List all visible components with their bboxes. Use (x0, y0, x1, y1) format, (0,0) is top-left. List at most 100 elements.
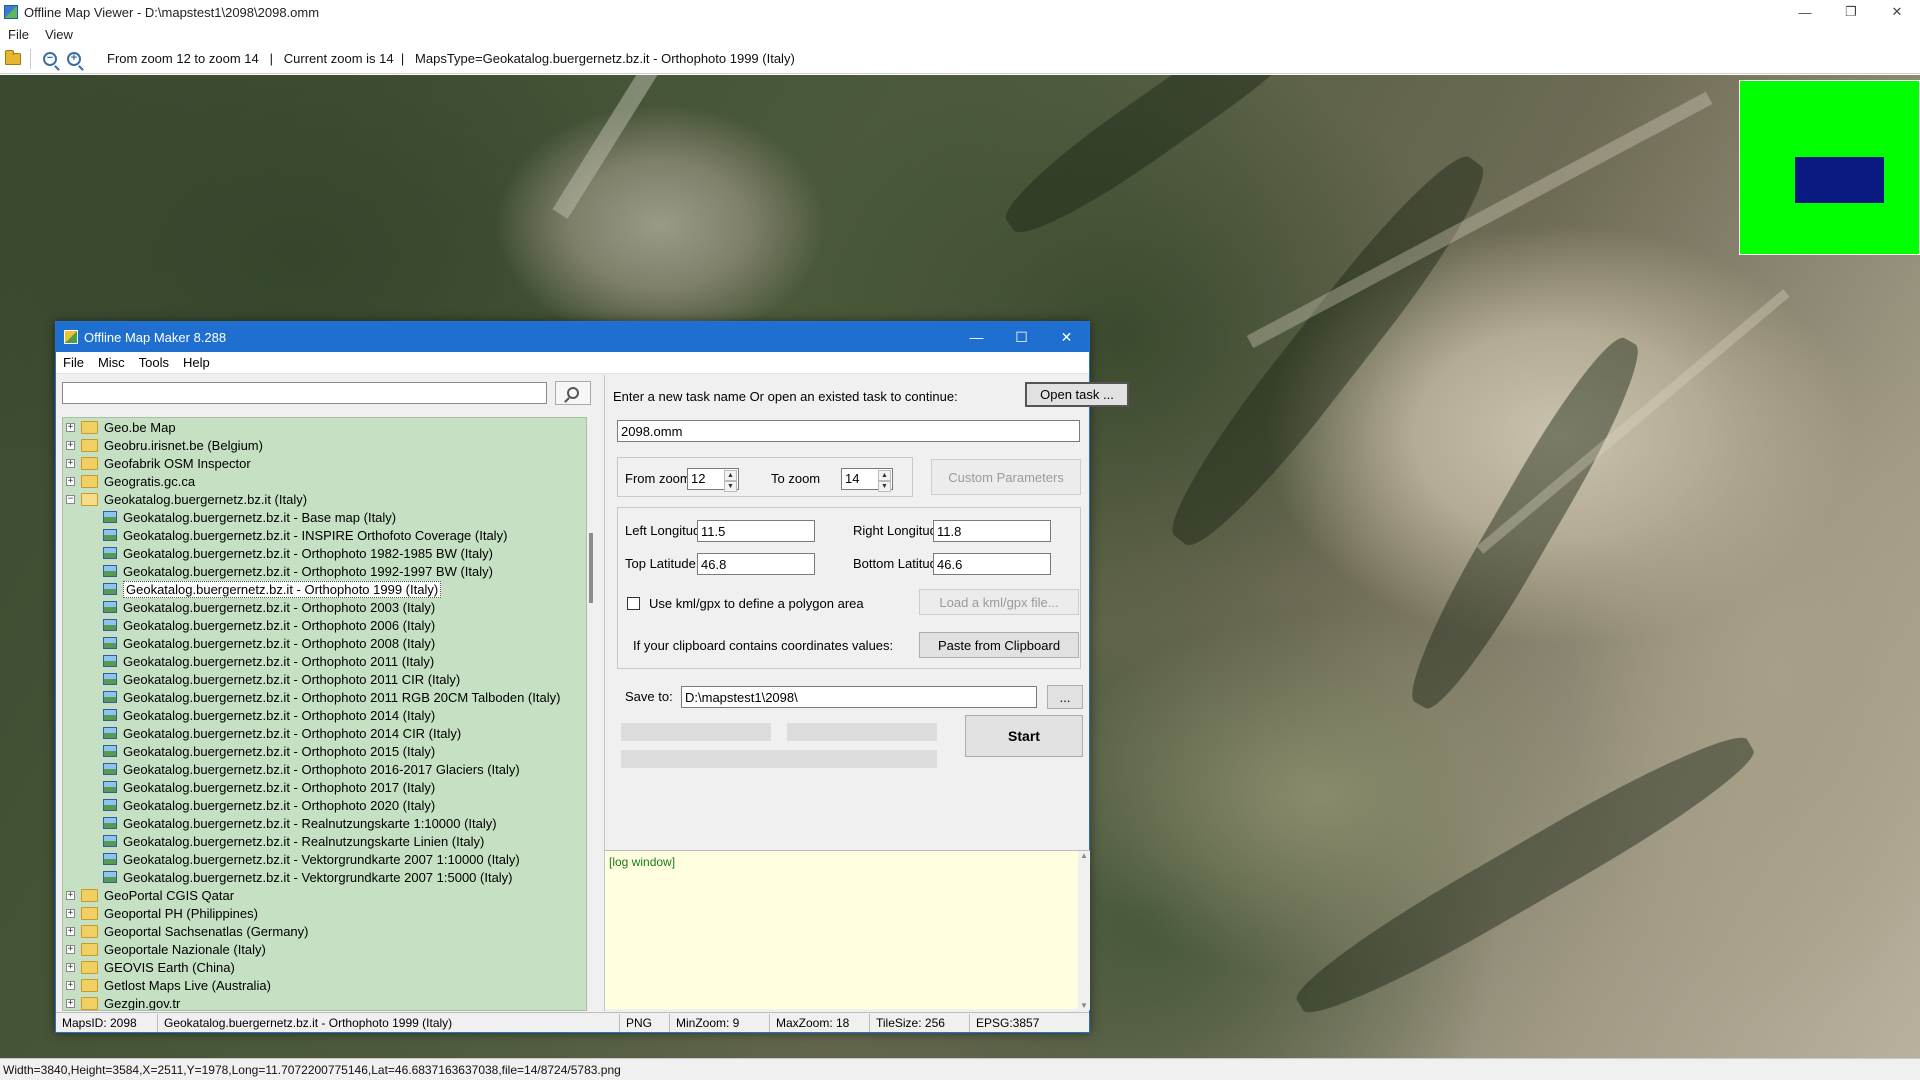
right-longitude-input[interactable] (933, 520, 1051, 542)
expand-icon[interactable]: + (66, 908, 75, 918)
open-file-button[interactable] (2, 48, 24, 70)
log-scroll-up-icon[interactable]: ▲ (1078, 851, 1090, 860)
tree-folder[interactable]: + Getlost Maps Live (Australia) (63, 976, 586, 994)
close-button[interactable]: ✕ (1874, 0, 1920, 24)
tree-map-item[interactable]: Geokatalog.buergernetz.bz.it - Base map … (63, 508, 586, 526)
tree-map-item[interactable]: Geokatalog.buergernetz.bz.it - Orthophot… (63, 688, 586, 706)
from-zoom-down-icon[interactable]: ▼ (724, 481, 737, 492)
dialog-titlebar[interactable]: Offline Map Maker 8.288 — ☐ ✕ (56, 322, 1089, 352)
dialog-menu-file[interactable]: File (56, 355, 91, 370)
open-task-button[interactable]: Open task ... (1025, 382, 1129, 407)
custom-parameters-button[interactable]: Custom Parameters (931, 459, 1081, 495)
kml-polygon-checkbox[interactable] (627, 597, 640, 610)
map-layer-icon (103, 763, 117, 775)
tree-map-item[interactable]: Geokatalog.buergernetz.bz.it - Orthophot… (63, 778, 586, 796)
map-search-input[interactable] (62, 382, 547, 404)
to-zoom-spinner[interactable]: 14 ▲ ▼ (841, 468, 893, 492)
tree-folder[interactable]: + Gezgin.gov.tr (63, 994, 586, 1010)
bottom-latitude-input[interactable] (933, 553, 1051, 575)
tree-map-item[interactable]: Geokatalog.buergernetz.bz.it - INSPIRE O… (63, 526, 586, 544)
minimize-button[interactable]: — (1782, 0, 1828, 24)
tree-map-item[interactable]: Geokatalog.buergernetz.bz.it - Orthophot… (63, 652, 586, 670)
expand-icon[interactable]: + (66, 962, 75, 972)
save-path-input[interactable] (681, 686, 1037, 708)
minimap-viewport[interactable] (1795, 157, 1884, 203)
tree-map-item-label: Geokatalog.buergernetz.bz.it - Orthophot… (123, 580, 442, 598)
expand-icon[interactable]: + (66, 998, 75, 1008)
maximize-button[interactable]: ❐ (1828, 0, 1874, 24)
tree-scrollbar[interactable] (587, 417, 597, 1011)
expand-icon[interactable]: + (66, 440, 75, 450)
tree-folder[interactable]: + Geogratis.gc.ca (63, 472, 586, 490)
collapse-icon[interactable]: − (66, 494, 75, 504)
tree-map-item[interactable]: Geokatalog.buergernetz.bz.it - Orthophot… (63, 634, 586, 652)
expand-icon[interactable]: + (66, 944, 75, 954)
tree-map-item[interactable]: Geokatalog.buergernetz.bz.it - Realnutzu… (63, 832, 586, 850)
top-latitude-input[interactable] (697, 553, 815, 575)
tree-map-item[interactable]: Geokatalog.buergernetz.bz.it - Orthophot… (63, 724, 586, 742)
zoom-in-button[interactable]: + (63, 48, 85, 70)
to-zoom-down-icon[interactable]: ▼ (878, 481, 891, 492)
tree-map-item[interactable]: Geokatalog.buergernetz.bz.it - Orthophot… (63, 544, 586, 562)
expand-icon[interactable]: + (66, 926, 75, 936)
log-scroll-down-icon[interactable]: ▼ (1078, 1001, 1090, 1010)
tree-folder[interactable]: + Geoportal Sachsenatlas (Germany) (63, 922, 586, 940)
tree-folder[interactable]: + Geo.be Map (63, 418, 586, 436)
zoom-out-button[interactable]: − (39, 48, 61, 70)
expand-icon[interactable]: + (66, 422, 75, 432)
dialog-menu-tools[interactable]: Tools (132, 355, 176, 370)
tree-folder[interactable]: + GEOVIS Earth (China) (63, 958, 586, 976)
paste-clipboard-button[interactable]: Paste from Clipboard (919, 632, 1079, 658)
search-button[interactable] (555, 381, 591, 405)
map-layer-icon (103, 727, 117, 739)
tree-map-item[interactable]: Geokatalog.buergernetz.bz.it - Orthophot… (63, 580, 586, 598)
tree-map-item[interactable]: Geokatalog.buergernetz.bz.it - Orthophot… (63, 706, 586, 724)
tree-map-item[interactable]: Geokatalog.buergernetz.bz.it - Orthophot… (63, 760, 586, 778)
dialog-minimize-button[interactable]: — (954, 322, 999, 352)
load-kml-button[interactable]: Load a kml/gpx file... (919, 589, 1079, 615)
expand-icon[interactable]: + (66, 890, 75, 900)
task-name-input[interactable] (617, 420, 1080, 442)
tree-folder[interactable]: + Geobru.irisnet.be (Belgium) (63, 436, 586, 454)
left-longitude-input[interactable] (697, 520, 815, 542)
tree-folder[interactable]: + Geoportale Nazionale (Italy) (63, 940, 586, 958)
from-zoom-arrows: ▲ ▼ (724, 470, 737, 492)
tree-folder-label: Geofabrik OSM Inspector (104, 455, 251, 471)
tree-folder-label: Geokatalog.buergernetz.bz.it (Italy) (104, 491, 308, 507)
tree-map-item[interactable]: Geokatalog.buergernetz.bz.it - Orthophot… (63, 598, 586, 616)
to-zoom-up-icon[interactable]: ▲ (878, 470, 891, 481)
from-zoom-up-icon[interactable]: ▲ (724, 470, 737, 481)
tree-folder[interactable]: + Geofabrik OSM Inspector (63, 454, 586, 472)
minimap[interactable] (1739, 80, 1920, 255)
map-source-tree[interactable]: + Geo.be Map + Geobru.irisnet.be (Belgium) +… (62, 417, 587, 1011)
tree-folder[interactable]: + Geoportal PH (Philippines) (63, 904, 586, 922)
tree-map-item[interactable]: Geokatalog.buergernetz.bz.it - Orthophot… (63, 562, 586, 580)
dialog-menu-help[interactable]: Help (176, 355, 217, 370)
menu-file[interactable]: File (0, 27, 37, 42)
dialog-statusbar: MapsID: 2098 Geokatalog.buergernetz.bz.i… (56, 1012, 1089, 1032)
expand-icon[interactable]: + (66, 980, 75, 990)
dialog-menu-misc[interactable]: Misc (91, 355, 132, 370)
menu-view[interactable]: View (37, 27, 81, 42)
tree-scroll-thumb[interactable] (589, 533, 593, 603)
tree-map-item[interactable]: Geokatalog.buergernetz.bz.it - Vektorgru… (63, 868, 586, 886)
tree-map-item[interactable]: Geokatalog.buergernetz.bz.it - Orthophot… (63, 616, 586, 634)
tree-map-item[interactable]: Geokatalog.buergernetz.bz.it - Orthophot… (63, 742, 586, 760)
tree-map-item-label: Geokatalog.buergernetz.bz.it - Realnutzu… (123, 815, 497, 831)
dialog-close-button[interactable]: ✕ (1044, 322, 1089, 352)
start-button[interactable]: Start (965, 715, 1083, 757)
tree-map-item[interactable]: Geokatalog.buergernetz.bz.it - Orthophot… (63, 670, 586, 688)
tree-map-item[interactable]: Geokatalog.buergernetz.bz.it - Orthophot… (63, 796, 586, 814)
dialog-maximize-button[interactable]: ☐ (999, 322, 1044, 352)
expand-icon[interactable]: + (66, 476, 75, 486)
log-scrollbar[interactable]: ▲ ▼ (1078, 851, 1090, 1010)
folder-icon (81, 978, 98, 992)
tree-folder[interactable]: − Geokatalog.buergernetz.bz.it (Italy) (63, 490, 586, 508)
log-window[interactable]: [log window] ▲ ▼ (605, 850, 1090, 1010)
browse-folder-button[interactable]: ... (1047, 685, 1083, 709)
tree-map-item[interactable]: Geokatalog.buergernetz.bz.it - Vektorgru… (63, 850, 586, 868)
from-zoom-spinner[interactable]: 12 ▲ ▼ (687, 468, 739, 492)
tree-folder[interactable]: + GeoPortal CGIS Qatar (63, 886, 586, 904)
expand-icon[interactable]: + (66, 458, 75, 468)
tree-map-item[interactable]: Geokatalog.buergernetz.bz.it - Realnutzu… (63, 814, 586, 832)
